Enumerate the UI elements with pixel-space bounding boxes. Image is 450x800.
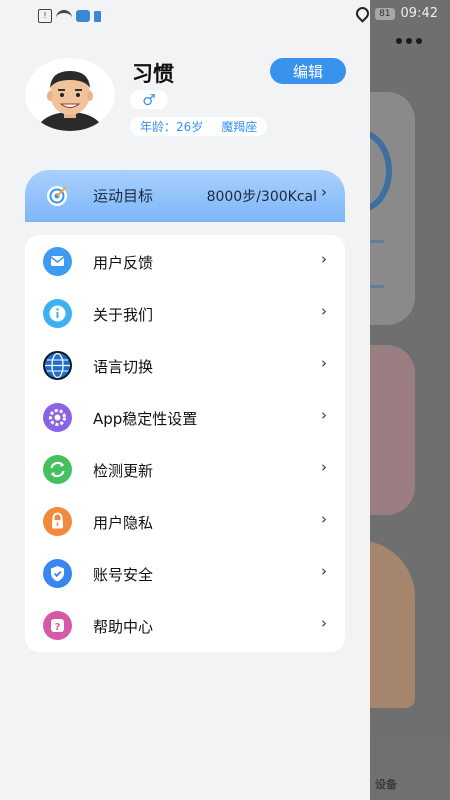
chevron-right-icon: › [321, 250, 327, 268]
menu-item-label: 检测更新 [93, 462, 154, 480]
chevron-right-icon: › [321, 614, 327, 632]
menu-item-about-us[interactable]: 关于我们 › [25, 287, 345, 339]
globe-icon [43, 351, 72, 380]
clock: 09:42 [400, 6, 438, 21]
feedback-icon [43, 247, 72, 276]
tab-device-label: 设备 [375, 778, 397, 791]
battery-level: 81 [375, 7, 395, 20]
menu-item-label: 关于我们 [93, 306, 154, 324]
settings-menu: 用户反馈 › 关于我们 › 语言切换 › App稳定性设置 › 检测更新 › 用… [25, 235, 345, 652]
more-options-icon[interactable] [396, 38, 426, 44]
chevron-right-icon: › [321, 458, 327, 476]
zodiac-text: 魔羯座 [221, 120, 258, 134]
app-notification-icon [76, 10, 90, 22]
refresh-icon [43, 455, 72, 484]
menu-item-label: 帮助中心 [93, 618, 154, 636]
avatar[interactable] [25, 58, 115, 131]
battery-saver-icon [94, 10, 101, 22]
menu-item-label: App稳定性设置 [93, 410, 198, 428]
menu-item-check-update[interactable]: 检测更新 › [25, 443, 345, 495]
status-bar: ! 81 09:42 [0, 0, 450, 30]
gear-icon [43, 403, 72, 432]
background-divider [370, 240, 384, 243]
age-text: 年龄：26岁 [140, 120, 204, 134]
exercise-goal-row[interactable]: 运动目标 8000步/300Kcal › [25, 170, 345, 222]
chevron-right-icon: › [321, 562, 327, 580]
avatar-illustration [38, 71, 102, 131]
side-drawer: 习惯 编辑 ♂ 年龄：26岁 魔羯座 运动目标 8000步/300Kcal › … [0, 0, 370, 800]
wifi-icon [56, 9, 72, 23]
menu-item-help-center[interactable]: ? 帮助中心 › [25, 599, 345, 651]
gender-badge: ♂ [130, 90, 168, 109]
menu-item-privacy[interactable]: 用户隐私 › [25, 495, 345, 547]
target-icon [47, 186, 67, 206]
chevron-right-icon: › [321, 183, 327, 201]
username: 习惯 [132, 62, 174, 86]
background-divider [370, 285, 384, 288]
menu-item-label: 用户反馈 [93, 254, 154, 272]
menu-item-stability-settings[interactable]: App稳定性设置 › [25, 391, 345, 443]
info-icon [43, 299, 72, 328]
location-icon [353, 4, 372, 23]
svg-text:?: ? [55, 622, 61, 633]
sim-alert-icon: ! [38, 9, 52, 23]
lock-icon [43, 507, 72, 536]
exercise-goal-label: 运动目标 [93, 187, 154, 205]
menu-item-label: 语言切换 [93, 358, 154, 376]
shield-icon [43, 559, 72, 588]
exercise-goal-value: 8000步/300Kcal [206, 189, 317, 205]
menu-item-account-security[interactable]: 账号安全 › [25, 547, 345, 599]
age-zodiac-badge: 年龄：26岁 魔羯座 [130, 117, 268, 136]
menu-item-label: 账号安全 [93, 566, 154, 584]
help-icon: ? [43, 611, 72, 640]
chevron-right-icon: › [321, 354, 327, 372]
menu-item-label: 用户隐私 [93, 514, 154, 532]
chevron-right-icon: › [321, 302, 327, 320]
chevron-right-icon: › [321, 510, 327, 528]
menu-item-language[interactable]: 语言切换 › [25, 339, 345, 391]
edit-profile-button[interactable]: 编辑 [270, 58, 346, 84]
chevron-right-icon: › [321, 406, 327, 424]
menu-item-feedback[interactable]: 用户反馈 › [25, 235, 345, 287]
